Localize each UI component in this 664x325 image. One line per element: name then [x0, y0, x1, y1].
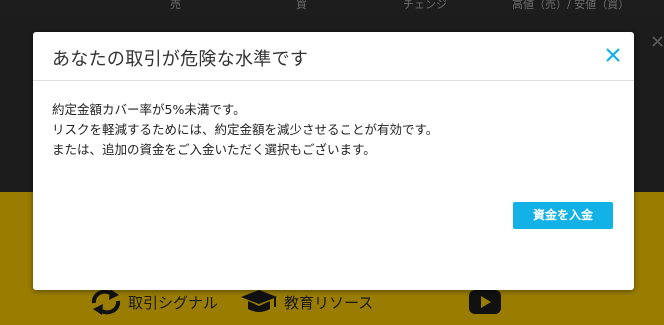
column-change: チェンジ: [403, 0, 447, 11]
risk-warning-modal: あなたの取引が危険な水準です 約定金額カバー率が5%未満です。 リスクを軽減する…: [33, 32, 634, 290]
column-high-low: 高値（売）/ 安値（買）: [512, 0, 630, 11]
youtube-play-icon: [468, 289, 502, 315]
modal-message-line-2: リスクを軽減するためには、約定金額を減少させることが有効です。: [52, 122, 439, 137]
refresh-arrows-icon: [90, 289, 122, 315]
background-column-header: 売 買 チェンジ 高値（売）/ 安値（買）: [0, 0, 664, 14]
deposit-funds-button[interactable]: 資金を入金: [513, 202, 613, 229]
column-buy: 買: [296, 0, 307, 11]
nav-education-resources[interactable]: 教育リソース: [240, 289, 373, 315]
modal-title: あなたの取引が危険な水準です: [52, 49, 309, 70]
graduation-cap-icon: [240, 289, 278, 315]
nav-trading-signals-label: 取引シグナル: [128, 293, 219, 312]
nav-trading-signals[interactable]: 取引シグナル: [90, 289, 218, 315]
modal-header: あなたの取引が危険な水準です: [33, 32, 634, 81]
modal-message-line-1: 約定金額カバー率が5%未満です。: [52, 102, 246, 117]
bottom-nav: 取引シグナル 教育リソース: [0, 285, 664, 325]
close-icon[interactable]: [604, 46, 622, 64]
nav-video[interactable]: [468, 289, 502, 315]
nav-education-resources-label: 教育リソース: [284, 293, 374, 312]
column-sell: 売: [170, 0, 181, 11]
background-close-icon: ✕: [650, 32, 664, 53]
modal-message-line-3: または、追加の資金をご入金いただく選択もございます。: [52, 142, 376, 157]
modal-body: 約定金額カバー率が5%未満です。 リスクを軽減するためには、約定金額を減少させる…: [33, 81, 634, 160]
